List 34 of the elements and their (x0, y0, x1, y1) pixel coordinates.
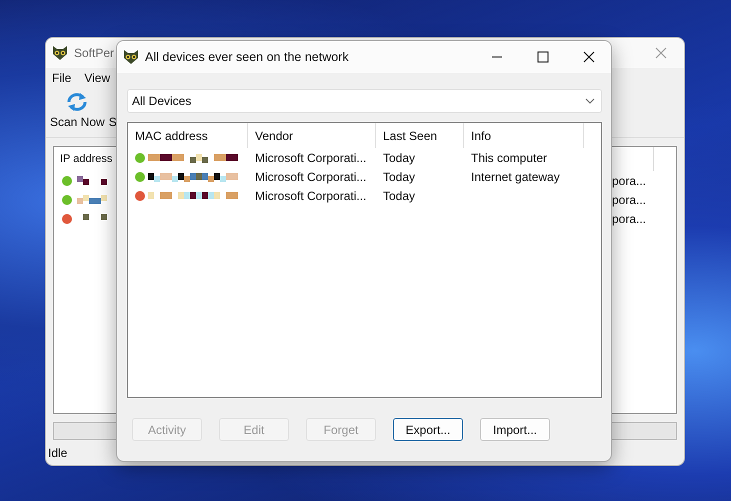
window-title: SoftPer (74, 46, 114, 60)
table-cell-text: Microsoft Corporati... (254, 170, 368, 184)
column-header[interactable]: Info (464, 123, 584, 148)
table-cell: pora... (612, 212, 646, 226)
menu-item[interactable]: File (52, 71, 72, 85)
column-header[interactable]: MAC address (128, 123, 248, 148)
filter-dropdown[interactable]: All Devices (127, 89, 602, 113)
table-cell-text: This computer (470, 150, 548, 164)
pixelated-address-drawing (77, 176, 107, 185)
refresh-icon (65, 92, 90, 112)
toolbar-button[interactable]: Scan Now (50, 92, 105, 137)
table-cell: pora... (612, 174, 646, 188)
table-cell-text: Today (382, 150, 416, 164)
table-cell: pora... (612, 192, 646, 206)
owl-icon (123, 50, 139, 64)
owl-icon (52, 46, 68, 60)
toolbar-button[interactable]: S (108, 92, 117, 137)
column-header[interactable]: Last Seen (376, 123, 464, 148)
table-cell-text: Today (382, 188, 416, 202)
close-icon[interactable] (583, 51, 595, 63)
chevron-down-icon (585, 98, 595, 104)
dialog-button[interactable]: Import... (480, 418, 550, 441)
status-text: Idle (47, 446, 68, 462)
column-header[interactable]: IP address (60, 153, 112, 165)
table-cell-text: Today (382, 170, 416, 184)
dialog-button[interactable]: Export... (393, 418, 463, 441)
column-header[interactable]: Vendor (248, 123, 376, 148)
maximize-icon[interactable] (537, 51, 549, 63)
table-cell-text: Internet gateway (470, 170, 561, 184)
window-title: All devices ever seen on the network (145, 50, 349, 64)
table-cell-text: Microsoft Corporati... (254, 150, 368, 164)
table-cell-text: Microsoft Corporati... (254, 188, 368, 202)
pixelated-address-drawing (77, 195, 107, 204)
menu-item[interactable]: View (84, 71, 110, 85)
